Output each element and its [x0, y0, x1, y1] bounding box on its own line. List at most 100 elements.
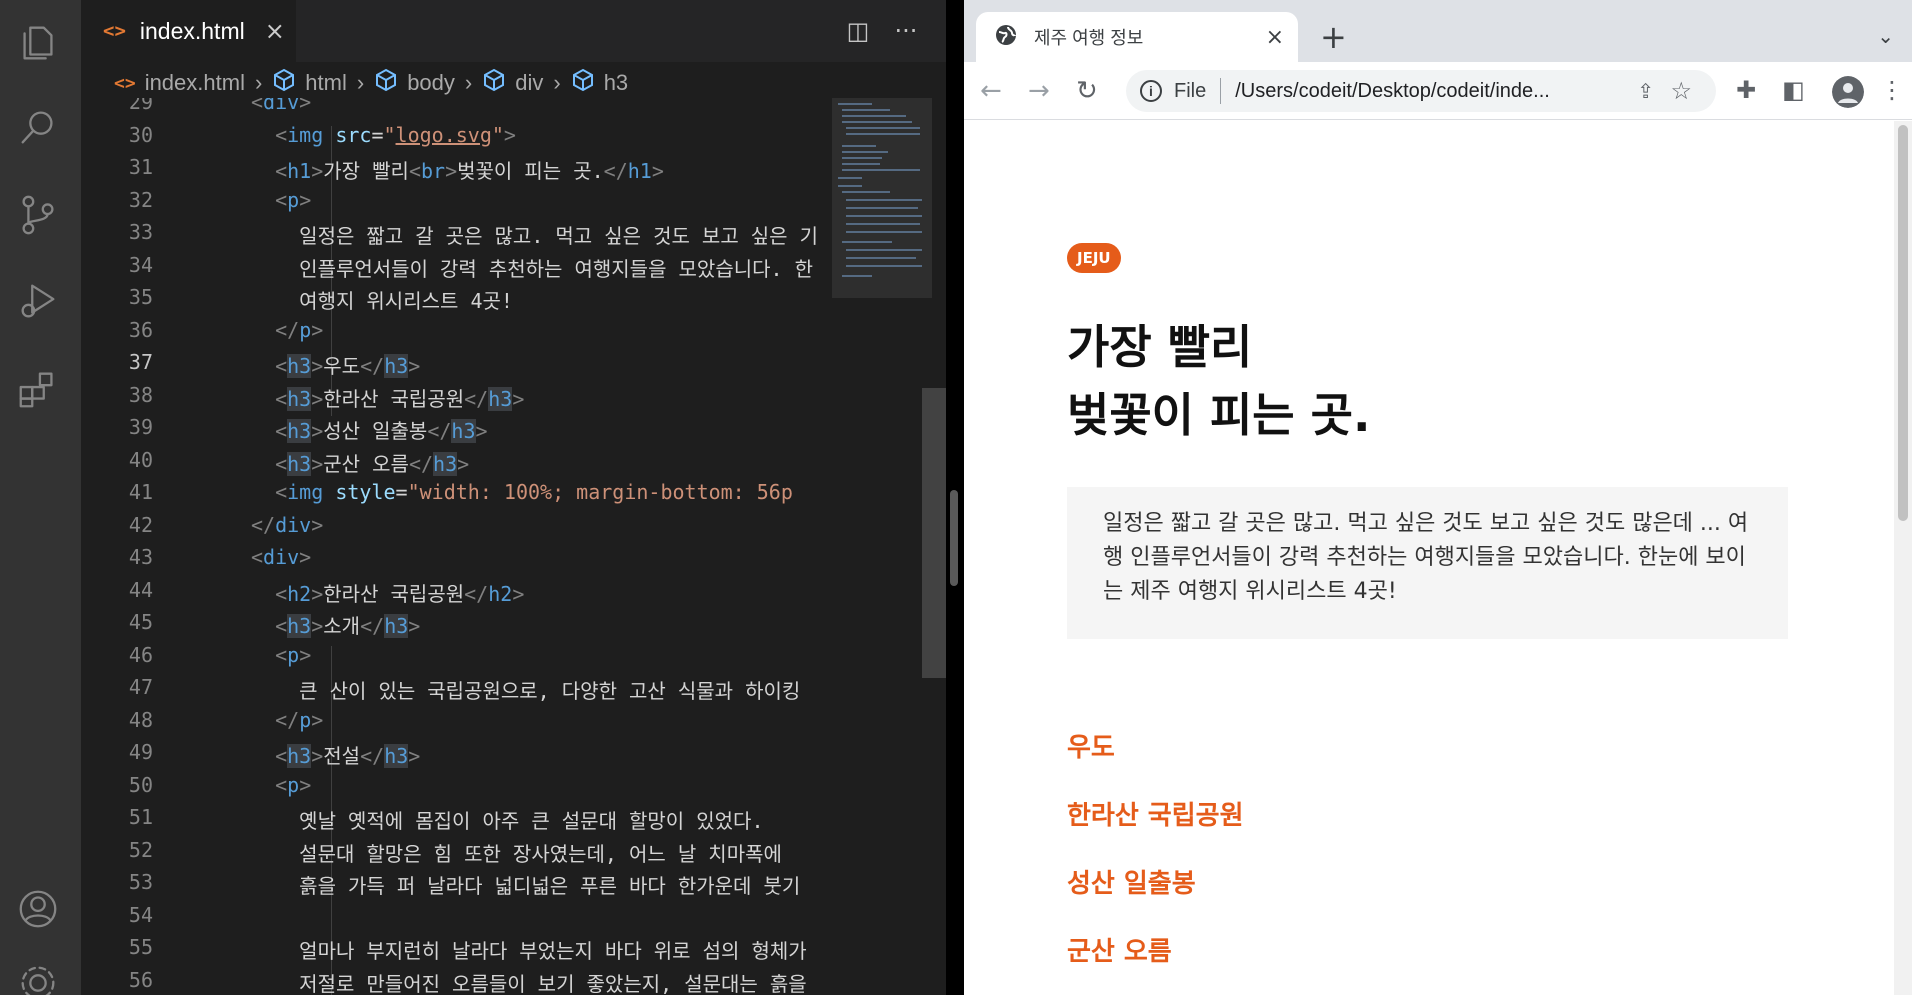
search-icon[interactable] — [13, 102, 63, 152]
chevron-right-icon: › — [254, 70, 263, 95]
code-line[interactable]: 39 <h3>성산 일출봉</h3> — [81, 415, 830, 448]
code-line[interactable]: 32 <p> — [81, 188, 830, 221]
line-source: 흙을 가득 퍼 날라다 넓디넓은 푸른 바다 한가운데 붓기 — [251, 874, 801, 898]
breadcrumb-item-file[interactable]: <> index.html — [114, 70, 245, 96]
line-number: 43 — [128, 545, 153, 569]
code-line[interactable]: 42 </div> — [81, 513, 830, 546]
line-source: <div> — [251, 98, 312, 114]
code-line[interactable]: 37 <h3>우도</h3> — [81, 350, 830, 383]
line-source: <p> — [275, 187, 312, 212]
code-line[interactable]: 45 <h3>소개</h3> — [81, 610, 830, 643]
new-tab-button[interactable]: + — [1320, 20, 1347, 54]
editor-scrollbar[interactable] — [922, 388, 946, 678]
settings-gear-icon[interactable] — [13, 958, 63, 995]
code-line[interactable]: 56 저절로 만들어진 오름들이 보기 좋았는지, 설문대는 흙을 — [81, 968, 830, 995]
extensions-icon[interactable] — [13, 364, 63, 414]
line-number: 31 — [128, 155, 153, 179]
code-line[interactable]: 46 <p> — [81, 643, 830, 676]
site-info-icon[interactable]: i — [1140, 80, 1162, 102]
account-icon[interactable] — [13, 884, 63, 934]
side-panel-icon[interactable]: ◧ — [1782, 76, 1805, 104]
breadcrumb-item-html[interactable]: html — [272, 68, 347, 98]
breadcrumb-item-div[interactable]: div — [482, 68, 543, 98]
breadcrumb-item-h3[interactable]: h3 — [571, 68, 628, 98]
code-line[interactable]: 35 여행지 위시리스트 4곳! — [81, 285, 830, 318]
code-line[interactable]: 48 </p> — [81, 708, 830, 741]
forward-icon[interactable]: → — [1028, 76, 1050, 106]
code-line[interactable]: 38 <h3>한라산 국립공원</h3> — [81, 383, 830, 416]
browser-menu-icon[interactable]: ⋮ — [1880, 76, 1904, 104]
profile-avatar-icon[interactable] — [1832, 76, 1864, 108]
element-cube-icon — [571, 68, 595, 98]
code-line[interactable]: 29 <div> — [81, 98, 830, 123]
line-number: 41 — [128, 480, 153, 504]
line-number: 33 — [128, 220, 153, 244]
line-number: 30 — [128, 122, 153, 147]
line-number: 42 — [128, 512, 153, 537]
bookmark-star-icon[interactable]: ☆ — [1670, 77, 1692, 106]
code-line[interactable]: 33 일정은 짧고 갈 곳은 많고. 먹고 싶은 것도 보고 싶은 기 — [81, 220, 830, 253]
code-line[interactable]: 53 흙을 가득 퍼 날라다 넓디넓은 푸른 바다 한가운데 붓기 — [81, 870, 830, 903]
line-source: 옛날 옛적에 몸집이 아주 큰 설문대 할망이 있었다. — [251, 809, 764, 833]
code-line[interactable]: 52 설문대 할망은 힘 또한 장사였는데, 어느 날 치마폭에 — [81, 838, 830, 871]
code-editor[interactable]: 29 <div> 30 <img src="logo.svg"> 31 <h1>가장 … — [81, 98, 830, 995]
minimap[interactable] — [832, 98, 932, 995]
browser-tab-strip: 제주 여행 정보 × + ⌄ — [964, 0, 1912, 62]
code-line[interactable]: 30 <img src="logo.svg"> — [81, 123, 830, 156]
window-splitter[interactable] — [946, 0, 964, 995]
share-icon[interactable]: ⇪ — [1637, 79, 1654, 104]
line-number: 36 — [128, 317, 153, 342]
browser-tab[interactable]: 제주 여행 정보 × — [976, 12, 1298, 62]
code-line[interactable]: 43 <div> — [81, 545, 830, 578]
line-number: 54 — [128, 902, 153, 927]
more-actions-icon[interactable]: ··· — [889, 14, 923, 48]
line-source: <h3>전설</h3> — [275, 744, 421, 768]
code-line[interactable]: 50 <p> — [81, 773, 830, 806]
address-bar[interactable]: i File /Users/codeit/Desktop/codeit/inde… — [1126, 70, 1716, 112]
splitter-handle[interactable] — [950, 490, 958, 586]
web-page: JEJU 가장 빨리 벚꽃이 피는 곳. 일정은 짧고 갈 곳은 많고. 먹고 … — [964, 121, 1894, 995]
close-tab-icon[interactable]: × — [1266, 25, 1284, 50]
line-source: <h3>한라산 국립공원</h3> — [275, 386, 525, 411]
breadcrumb-item-body[interactable]: body — [374, 68, 455, 98]
code-line[interactable]: 36 </p> — [81, 318, 830, 351]
line-source: <p> — [275, 642, 312, 667]
line-source: 설문대 할망은 힘 또한 장사였는데, 어느 날 치마폭에 — [251, 841, 782, 866]
line-source: 큰 산이 있는 국립공원으로, 다양한 고산 식물과 하이킹 — [251, 679, 801, 703]
page-scroll-thumb[interactable] — [1898, 125, 1908, 521]
code-line[interactable]: 51 옛날 옛적에 몸집이 아주 큰 설문대 할망이 있었다. — [81, 805, 830, 838]
code-line[interactable]: 34 인플루언서들이 강력 추천하는 여행지들을 모았습니다. 한 — [81, 253, 830, 286]
split-editor-icon[interactable]: ◫ — [841, 14, 875, 48]
line-source: <div> — [251, 545, 312, 569]
tab-search-chevron-icon[interactable]: ⌄ — [1877, 24, 1894, 48]
tab-close-icon[interactable]: × — [265, 17, 285, 45]
code-line[interactable]: 47 큰 산이 있는 국립공원으로, 다양한 고산 식물과 하이킹 — [81, 675, 830, 708]
code-line[interactable]: 40 <h3>군산 오름</h3> — [81, 448, 830, 481]
source-control-icon[interactable] — [13, 190, 63, 240]
line-source: <h3>우도</h3> — [275, 354, 421, 378]
line-number: 32 — [128, 187, 153, 212]
url-text[interactable]: /Users/codeit/Desktop/codeit/inde... — [1235, 80, 1550, 103]
headline-line-2: 벚꽃이 피는 곳. — [1067, 388, 1371, 442]
line-number: 40 — [128, 447, 153, 472]
run-debug-icon[interactable] — [13, 276, 63, 326]
code-line[interactable]: 41 <img style="width: 100%; margin-botto… — [81, 480, 830, 513]
code-line[interactable]: 31 <h1>가장 빨리<br>벚꽃이 피는 곳.</h1> — [81, 155, 830, 188]
page-scrollbar[interactable] — [1894, 121, 1912, 995]
chevron-right-icon: › — [464, 70, 473, 95]
back-icon[interactable]: ← — [980, 76, 1002, 106]
code-line[interactable]: 54 — [81, 903, 830, 936]
chevron-right-icon: › — [356, 70, 365, 95]
explorer-icon[interactable] — [13, 18, 63, 68]
code-line[interactable]: 44 <h2>한라산 국립공원</h2> — [81, 578, 830, 611]
breadcrumb-label: html — [305, 70, 347, 95]
reload-icon[interactable]: ↻ — [1076, 76, 1098, 106]
code-line[interactable]: 55 얼마나 부지런히 날라다 부었는지 바다 위로 섬의 형체가 — [81, 935, 830, 968]
line-source: 얼마나 부지런히 날라다 부었는지 바다 위로 섬의 형체가 — [251, 939, 807, 963]
code-line[interactable]: 49 <h3>전설</h3> — [81, 740, 830, 773]
minimap-lines — [838, 103, 922, 277]
extensions-puzzle-icon[interactable]: ✚ — [1736, 76, 1756, 104]
tab-index-html[interactable]: <> index.html × — [81, 0, 296, 62]
intro-paragraph: 일정은 짧고 갈 곳은 많고. 먹고 싶은 것도 보고 싶은 것도 많은데 ..… — [1067, 487, 1788, 639]
headline-line-1: 가장 빨리 — [1067, 320, 1253, 374]
